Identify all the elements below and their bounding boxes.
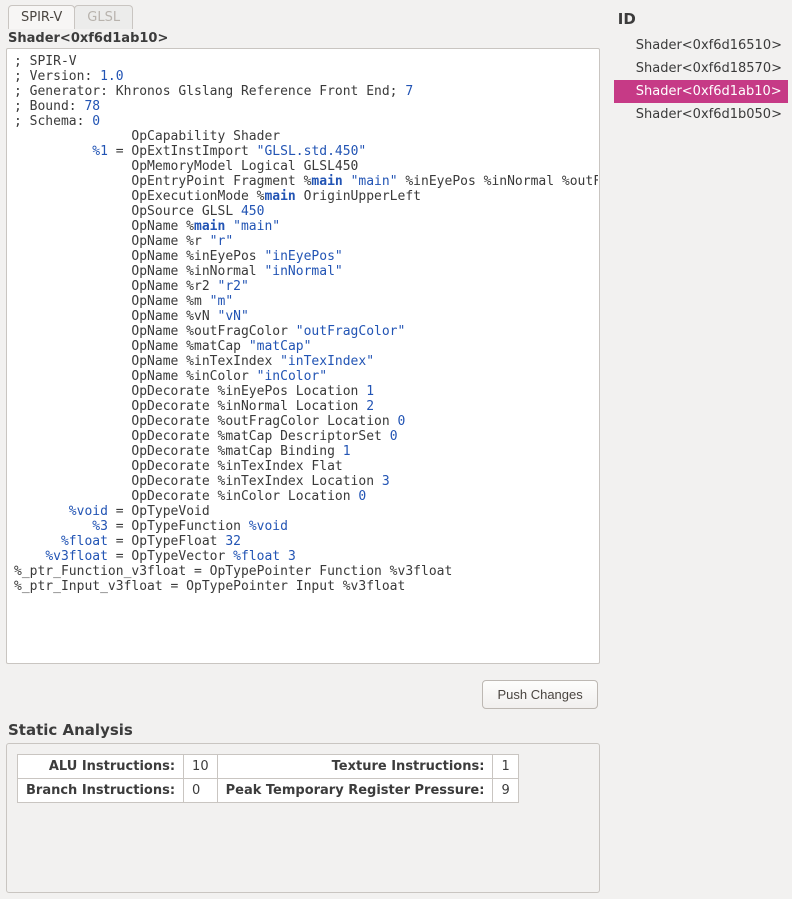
sa-branch-label: Branch Instructions: [18,779,184,803]
sa-tex-value: 1 [493,755,518,779]
sa-tex-label: Texture Instructions: [217,755,493,779]
sa-alu-value: 10 [184,755,218,779]
static-analysis-table: ALU Instructions: 10 Texture Instruction… [17,754,519,803]
sa-reg-label: Peak Temporary Register Pressure: [217,779,493,803]
static-analysis-panel: ALU Instructions: 10 Texture Instruction… [6,743,600,893]
id-list-item[interactable]: Shader<0xf6d1b050> [614,103,788,126]
sa-branch-value: 0 [184,779,218,803]
code-editor[interactable]: ; SPIR-V ; Version: 1.0 ; Generator: Khr… [6,48,600,664]
tab-spirv[interactable]: SPIR-V [8,5,75,29]
static-analysis-title: Static Analysis [6,721,600,743]
tab-glsl[interactable]: GLSL [74,5,133,29]
id-list-item[interactable]: Shader<0xf6d18570> [614,57,788,80]
id-list: Shader<0xf6d16510>Shader<0xf6d18570>Shad… [614,34,788,126]
id-panel-header: ID [614,4,788,34]
shader-title: Shader<0xf6d1ab10> [6,29,600,48]
id-list-item[interactable]: Shader<0xf6d16510> [614,34,788,57]
sa-reg-value: 9 [493,779,518,803]
tab-strip: SPIR-V GLSL [6,4,600,29]
sa-alu-label: ALU Instructions: [18,755,184,779]
push-changes-button[interactable]: Push Changes [482,680,597,709]
id-list-item[interactable]: Shader<0xf6d1ab10> [614,80,788,103]
